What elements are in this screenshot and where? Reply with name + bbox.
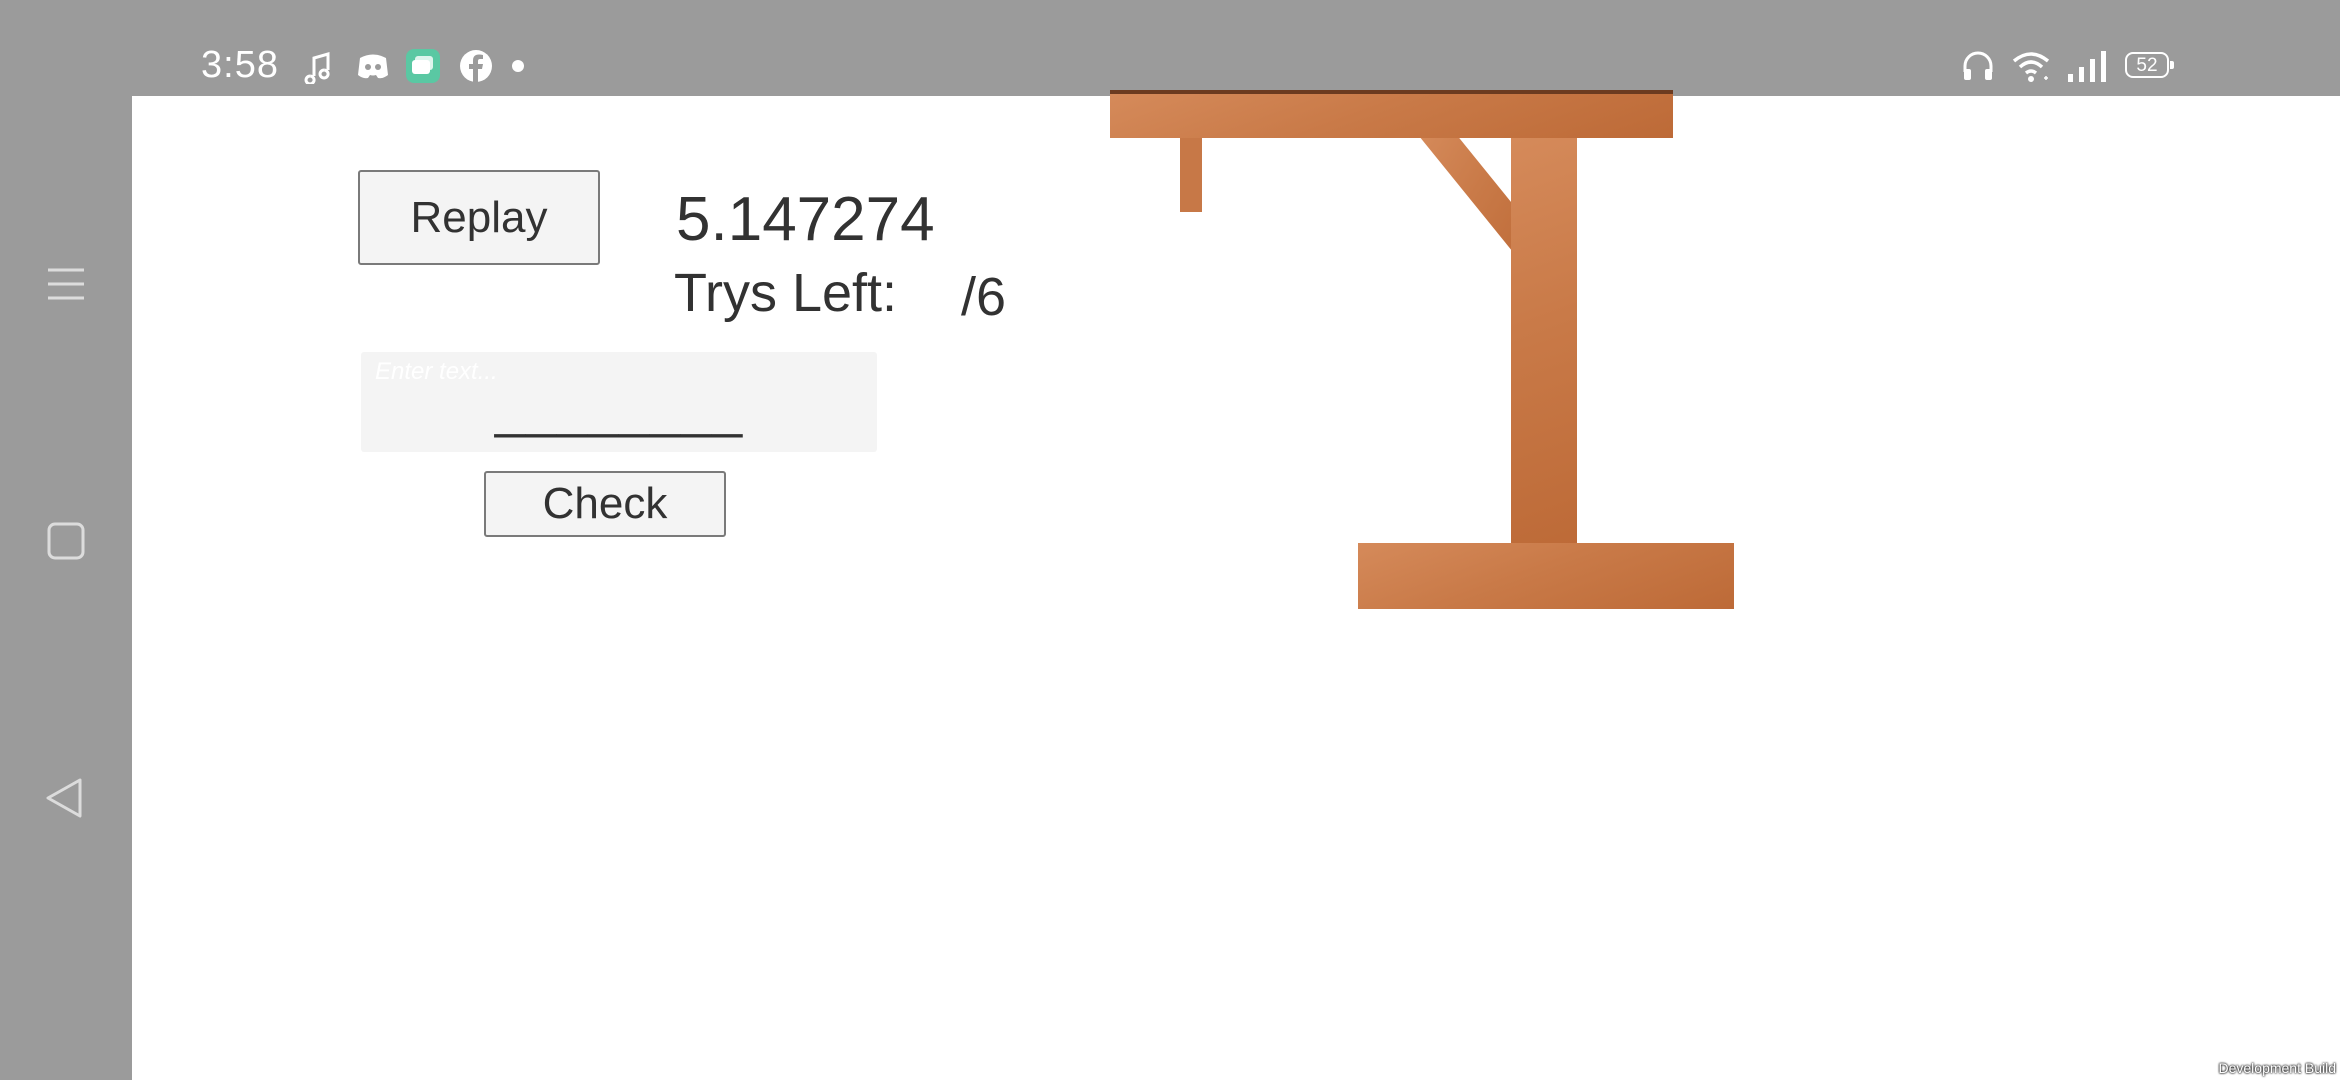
- battery-icon: 52: [2125, 52, 2174, 78]
- more-dot-icon: [512, 60, 524, 72]
- navigation-bar: [0, 96, 132, 1080]
- chat-app-icon: [406, 49, 440, 83]
- trys-left-label: Trys Left:: [674, 263, 898, 323]
- discord-icon: [358, 54, 388, 79]
- status-time: 3:58: [201, 44, 279, 86]
- battery-level: 52: [2136, 54, 2158, 76]
- status-bar: 3:58 52: [0, 0, 2340, 96]
- menu-icon[interactable]: [40, 258, 92, 310]
- guess-input[interactable]: Enter text... ________: [361, 352, 877, 452]
- replay-button-label: Replay: [410, 192, 548, 242]
- gallows-top-beam: [1110, 90, 1673, 138]
- headphones-icon: [1963, 51, 1993, 80]
- game-canvas: Replay 5.147274 Trys Left: /6 Enter text…: [132, 90, 2340, 1080]
- back-triangle-icon[interactable]: [40, 772, 92, 824]
- signal-icon: [2068, 51, 2106, 82]
- home-square-icon[interactable]: [40, 515, 92, 567]
- gallows-rope: [1180, 138, 1202, 212]
- replay-button[interactable]: Replay: [358, 170, 600, 265]
- check-button-label: Check: [542, 479, 668, 528]
- wifi-icon: [2012, 52, 2050, 82]
- development-build-label: Development Build: [2218, 1060, 2336, 1076]
- trys-left-value: /6: [961, 267, 1007, 327]
- gallows-base: [1358, 543, 1734, 609]
- music-notification-icon: [304, 52, 330, 84]
- facebook-icon: [460, 50, 492, 82]
- timer-value: 5.147274: [676, 185, 935, 254]
- word-blanks: ________: [494, 379, 744, 439]
- check-button[interactable]: Check: [484, 471, 726, 537]
- phone-screen: 3:58 52 Replay 5.147274 Trys Left: /6 En…: [0, 0, 2340, 1080]
- gallows-post: [1511, 138, 1577, 548]
